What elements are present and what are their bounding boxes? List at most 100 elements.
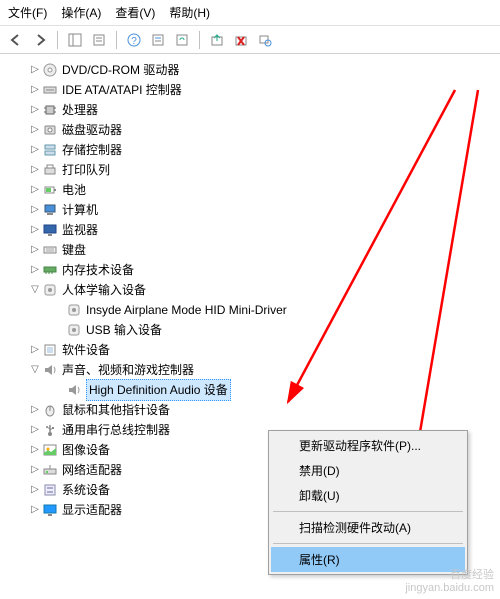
context-menu-uninstall[interactable]: 卸载(U) bbox=[271, 483, 465, 508]
tree-item[interactable]: ▽ 声音、视频和游戏控制器 bbox=[4, 360, 496, 380]
hid-icon bbox=[42, 282, 58, 298]
watermark: 百度经验 jingyan.baidu.com bbox=[405, 569, 494, 595]
expand-icon[interactable]: ▷ bbox=[28, 140, 42, 160]
toolbar-separator bbox=[116, 31, 117, 49]
menu-help[interactable]: 帮助(H) bbox=[169, 4, 210, 21]
tree-item-label: IDE ATA/ATAPI 控制器 bbox=[62, 80, 182, 100]
expand-icon[interactable]: ▷ bbox=[28, 440, 42, 460]
tree-item-label: 磁盘驱动器 bbox=[62, 120, 122, 140]
menu-action[interactable]: 操作(A) bbox=[61, 4, 101, 21]
tree-item[interactable]: ▷打印队列 bbox=[4, 160, 496, 180]
update-driver-button[interactable] bbox=[207, 30, 227, 50]
refresh-button[interactable] bbox=[172, 30, 192, 50]
network-icon bbox=[42, 462, 58, 478]
disk-icon bbox=[42, 122, 58, 138]
expand-icon[interactable]: ▷ bbox=[28, 180, 42, 200]
tree-item-label: 显示适配器 bbox=[62, 500, 122, 520]
printer-icon bbox=[42, 162, 58, 178]
tree-item[interactable]: ▷ 计算机 bbox=[4, 200, 496, 220]
context-menu-disable[interactable]: 禁用(D) bbox=[271, 458, 465, 483]
expand-icon[interactable]: ▷ bbox=[28, 240, 42, 260]
toolbar-separator bbox=[57, 31, 58, 49]
tree-item[interactable]: ▷ 存储控制器 bbox=[4, 140, 496, 160]
tree-item-label: 鼠标和其他指针设备 bbox=[62, 400, 170, 420]
expand-icon[interactable]: ▷ bbox=[28, 100, 42, 120]
expand-icon[interactable]: ▷ bbox=[28, 340, 42, 360]
tree-item-label: High Definition Audio 设备 bbox=[86, 379, 231, 401]
tree-item-label: 存储控制器 bbox=[62, 140, 122, 160]
menubar: 文件(F) 操作(A) 查看(V) 帮助(H) bbox=[0, 0, 500, 26]
mouse-icon bbox=[42, 402, 58, 418]
context-menu-scan-hardware[interactable]: 扫描检测硬件改动(A) bbox=[271, 515, 465, 540]
tree-item[interactable]: ▷ 软件设备 bbox=[4, 340, 496, 360]
tree-item[interactable]: ▷ 磁盘驱动器 bbox=[4, 120, 496, 140]
expand-icon[interactable]: ▷ bbox=[28, 260, 42, 280]
tree-item[interactable]: ▷ 电池 bbox=[4, 180, 496, 200]
tree-item[interactable]: USB 输入设备 bbox=[4, 320, 496, 340]
toolbar-separator bbox=[199, 31, 200, 49]
tree-item-label: 人体学输入设备 bbox=[62, 280, 146, 300]
expand-icon[interactable]: ▷ bbox=[28, 220, 42, 240]
expand-icon[interactable]: ▷ bbox=[28, 460, 42, 480]
uninstall-button[interactable] bbox=[231, 30, 251, 50]
properties-button[interactable] bbox=[148, 30, 168, 50]
expand-icon[interactable]: ▷ bbox=[28, 500, 42, 520]
expand-icon[interactable]: ▷ bbox=[28, 200, 42, 220]
collapse-icon[interactable]: ▽ bbox=[28, 360, 42, 380]
hid-icon bbox=[66, 302, 82, 318]
scan-hardware-button[interactable] bbox=[255, 30, 275, 50]
display-icon bbox=[42, 502, 58, 518]
tree-item[interactable]: ▷ 内存技术设备 bbox=[4, 260, 496, 280]
back-button[interactable] bbox=[6, 30, 26, 50]
ide-icon bbox=[42, 82, 58, 98]
expand-icon[interactable]: ▷ bbox=[28, 160, 42, 180]
watermark-line1: 百度经验 bbox=[405, 569, 494, 582]
menu-file[interactable]: 文件(F) bbox=[8, 4, 47, 21]
tree-item[interactable]: ▷ IDE ATA/ATAPI 控制器 bbox=[4, 80, 496, 100]
tree-item[interactable]: Insyde Airplane Mode HID Mini-Driver bbox=[4, 300, 496, 320]
expand-icon[interactable]: ▷ bbox=[28, 420, 42, 440]
battery-icon bbox=[42, 182, 58, 198]
tree-item[interactable]: ▽ 人体学输入设备 bbox=[4, 280, 496, 300]
tree-item[interactable]: ▷ 监视器 bbox=[4, 220, 496, 240]
tree-item-label: 监视器 bbox=[62, 220, 98, 240]
software-icon bbox=[42, 342, 58, 358]
expand-icon[interactable]: ▷ bbox=[28, 120, 42, 140]
tree-item[interactable]: ▷键盘 bbox=[4, 240, 496, 260]
audio-icon bbox=[66, 382, 82, 398]
tree-item-label: 通用串行总线控制器 bbox=[62, 420, 170, 440]
show-hide-tree-button[interactable] bbox=[65, 30, 85, 50]
disc-icon bbox=[42, 62, 58, 78]
keyboard-icon bbox=[42, 242, 58, 258]
menu-view[interactable]: 查看(V) bbox=[115, 4, 155, 21]
expand-icon[interactable]: ▷ bbox=[28, 80, 42, 100]
tree-item-label: 软件设备 bbox=[62, 340, 110, 360]
svg-text:?: ? bbox=[131, 36, 137, 47]
help-button[interactable]: ? bbox=[124, 30, 144, 50]
image-icon bbox=[42, 442, 58, 458]
context-menu-separator bbox=[273, 511, 463, 512]
expand-icon[interactable]: ▷ bbox=[28, 400, 42, 420]
tree-item[interactable]: ▷ DVD/CD-ROM 驱动器 bbox=[4, 60, 496, 80]
cpu-icon bbox=[42, 102, 58, 118]
tree-item-label: 声音、视频和游戏控制器 bbox=[62, 360, 194, 380]
tree-item-label: 计算机 bbox=[62, 200, 98, 220]
tree-item-label: 内存技术设备 bbox=[62, 260, 134, 280]
tree-item-label: DVD/CD-ROM 驱动器 bbox=[62, 60, 179, 80]
monitor-icon bbox=[42, 222, 58, 238]
tree-item[interactable]: ▷ 鼠标和其他指针设备 bbox=[4, 400, 496, 420]
tree-item[interactable]: High Definition Audio 设备 bbox=[4, 380, 496, 400]
tree-item[interactable]: ▷ 处理器 bbox=[4, 100, 496, 120]
memory-icon bbox=[42, 262, 58, 278]
export-list-button[interactable] bbox=[89, 30, 109, 50]
context-menu-update-driver[interactable]: 更新驱动程序软件(P)... bbox=[271, 433, 465, 458]
tree-item-label: 图像设备 bbox=[62, 440, 110, 460]
collapse-icon[interactable]: ▽ bbox=[28, 280, 42, 300]
expand-icon[interactable]: ▷ bbox=[28, 60, 42, 80]
tree-item-label: 处理器 bbox=[62, 100, 98, 120]
expand-icon[interactable]: ▷ bbox=[28, 480, 42, 500]
tree-item-label: 电池 bbox=[62, 180, 86, 200]
system-icon bbox=[42, 482, 58, 498]
forward-button[interactable] bbox=[30, 30, 50, 50]
usb-icon bbox=[42, 422, 58, 438]
